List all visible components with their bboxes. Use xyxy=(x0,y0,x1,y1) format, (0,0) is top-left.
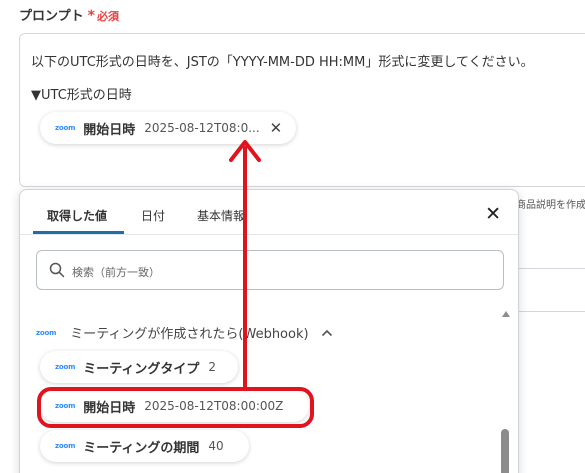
group-header[interactable]: zoom ミーティングが作成されたら(Webhook) xyxy=(36,323,333,342)
field-label: プロンプト * 必須 xyxy=(19,5,119,24)
value-item-name: ミーティングタイプ xyxy=(83,361,200,377)
scrollbar[interactable] xyxy=(500,305,510,473)
prompt-line-1: 以下のUTC形式の日時を、JSTの「YYYY-MM-DD HH:MM」形式に変更… xyxy=(31,55,534,70)
chip-name: 開始日時 xyxy=(83,122,136,138)
background-hint: 商品説明を作成 xyxy=(516,200,585,211)
zoom-logo: zoom xyxy=(55,442,76,450)
zoom-logo: zoom xyxy=(36,328,57,337)
search-icon xyxy=(49,262,65,278)
zoom-logo: zoom xyxy=(55,124,76,132)
value-item-name: 開始日時 xyxy=(83,400,136,416)
tab-basic-info[interactable]: 基本情報 xyxy=(197,207,245,224)
value-item-value: 40 xyxy=(208,439,224,453)
scroll-up-arrow[interactable] xyxy=(502,311,510,317)
zoom-logo: zoom xyxy=(55,402,76,410)
group-name: ミーティングが作成されたら(Webhook) xyxy=(70,327,309,342)
required-text: 必須 xyxy=(96,10,119,23)
active-tab-indicator xyxy=(33,231,124,234)
value-item[interactable]: zoom ミーティングタイプ 2 xyxy=(40,351,239,383)
prompt-line-2: ▼UTC形式の日時 xyxy=(31,88,132,103)
tab-bar: 取得した値 日付 基本情報 ✕ xyxy=(20,190,518,235)
search-input[interactable]: 検索（前方一致） xyxy=(36,250,504,290)
field-label-text: プロンプト xyxy=(19,9,84,24)
value-item-value: 2025-08-12T08:00:00Z xyxy=(144,399,284,413)
chip-value: 2025-08-12T08:0... xyxy=(144,121,260,135)
variable-chip[interactable]: zoom 開始日時 2025-08-12T08:0... ✕ xyxy=(40,112,297,144)
search-placeholder: 検索（前方一致） xyxy=(72,266,160,279)
required-mark: * xyxy=(87,8,95,24)
value-item[interactable]: zoom 開始日時 2025-08-12T08:00:00Z xyxy=(40,390,310,422)
value-item-value: 2 xyxy=(208,360,217,374)
value-item[interactable]: zoom ミーティングの期間 40 xyxy=(40,430,249,462)
value-item-name: ミーティングの期間 xyxy=(83,440,200,456)
tab-date[interactable]: 日付 xyxy=(141,207,165,224)
scroll-thumb[interactable] xyxy=(501,429,509,473)
prompt-textarea[interactable]: 以下のUTC形式の日時を、JSTの「YYYY-MM-DD HH:MM」形式に変更… xyxy=(19,33,585,187)
divider xyxy=(519,311,585,312)
close-icon[interactable]: ✕ xyxy=(485,203,501,225)
tab-retrieved-values[interactable]: 取得した値 xyxy=(47,207,107,224)
close-icon[interactable]: ✕ xyxy=(270,119,283,137)
divider xyxy=(519,268,585,269)
zoom-logo: zoom xyxy=(55,363,76,371)
chevron-up-icon[interactable] xyxy=(321,329,333,337)
